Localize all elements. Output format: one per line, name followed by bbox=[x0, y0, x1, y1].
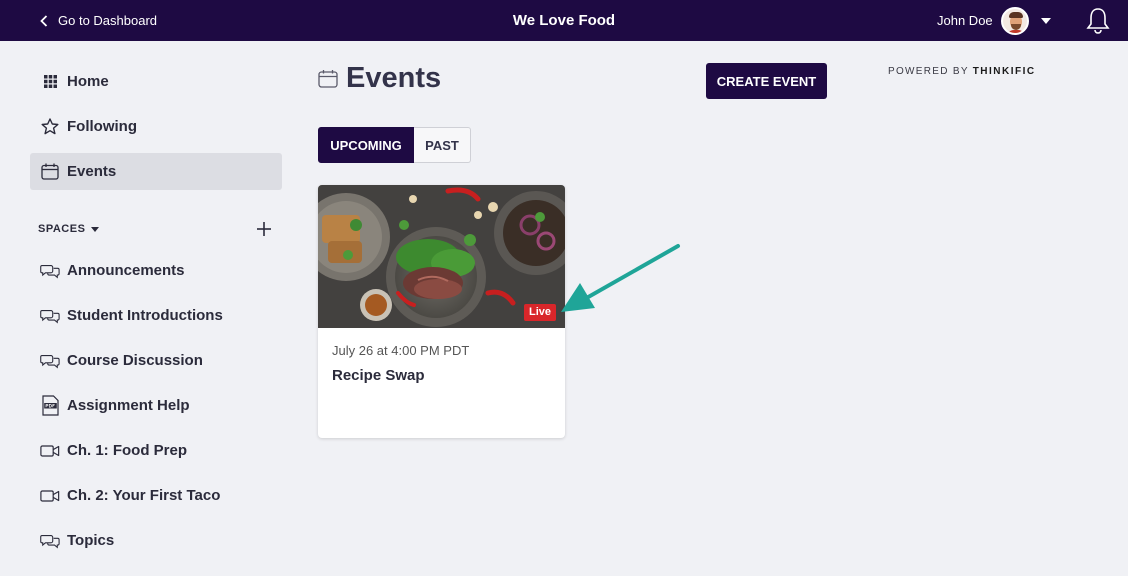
create-event-button[interactable]: CREATE EVENT bbox=[706, 63, 827, 99]
sidebar-item-label: Events bbox=[67, 163, 117, 180]
chat-bubbles-icon bbox=[40, 261, 60, 281]
sidebar-item-ch1-food-prep[interactable]: Ch. 1: Food Prep bbox=[30, 432, 282, 469]
sidebar-item-label: Home bbox=[67, 73, 109, 90]
annotation-arrow bbox=[561, 244, 680, 312]
star-icon bbox=[40, 117, 60, 137]
chat-bubbles-icon bbox=[40, 531, 60, 551]
sidebar-item-label: Announcements bbox=[67, 262, 185, 279]
sidebar-item-label: Assignment Help bbox=[67, 397, 190, 414]
video-icon bbox=[40, 441, 60, 461]
sidebar-item-announcements[interactable]: Announcements bbox=[30, 252, 282, 289]
sidebar-item-label: Course Discussion bbox=[67, 352, 203, 369]
chat-bubbles-icon bbox=[40, 351, 60, 371]
calendar-icon bbox=[40, 162, 60, 182]
sidebar-item-following[interactable]: Following bbox=[30, 108, 282, 145]
pdf-icon bbox=[40, 395, 60, 416]
powered-by-label: POWERED BY bbox=[888, 66, 969, 77]
thinkific-logo: THINKIFIC bbox=[972, 66, 1036, 77]
avatar[interactable] bbox=[1000, 6, 1029, 35]
top-bar: Go to Dashboard We Love Food John Doe bbox=[0, 0, 1128, 41]
go-to-dashboard-label: Go to Dashboard bbox=[58, 13, 158, 28]
sidebar-item-label: Following bbox=[67, 118, 137, 135]
sidebar-item-label: Ch. 1: Food Prep bbox=[67, 442, 187, 459]
sidebar-item-student-introductions[interactable]: Student Introductions bbox=[30, 297, 282, 334]
spaces-toggle[interactable]: SPACES bbox=[38, 223, 100, 235]
sidebar-item-ch2-your-first-taco[interactable]: Ch. 2: Your First Taco bbox=[30, 477, 282, 514]
user-name: John Doe bbox=[937, 13, 993, 28]
page-title: Events bbox=[346, 62, 442, 94]
tab-upcoming[interactable]: UPCOMING bbox=[318, 127, 414, 163]
sidebar-item-label: Student Introductions bbox=[67, 307, 223, 324]
sidebar-item-assignment-help[interactable]: Assignment Help bbox=[30, 387, 282, 424]
grid-icon bbox=[40, 72, 60, 92]
sidebar-item-label: Topics bbox=[67, 532, 115, 549]
bell-icon[interactable] bbox=[1086, 7, 1110, 35]
go-to-dashboard-link[interactable]: Go to Dashboard bbox=[40, 0, 157, 41]
chevron-left-icon bbox=[40, 14, 48, 27]
sidebar-item-course-discussion[interactable]: Course Discussion bbox=[30, 342, 282, 379]
sidebar-item-events[interactable]: Events bbox=[30, 153, 282, 190]
event-date: July 26 at 4:00 PM PDT bbox=[332, 343, 470, 358]
sidebar-item-topics[interactable]: Topics bbox=[30, 522, 282, 559]
caret-down-icon bbox=[91, 226, 100, 232]
live-badge: Live bbox=[524, 304, 557, 321]
sidebar-item-label: Ch. 2: Your First Taco bbox=[67, 487, 221, 504]
spaces-label: SPACES bbox=[38, 223, 86, 235]
event-title: Recipe Swap bbox=[332, 367, 425, 384]
tab-past[interactable]: PAST bbox=[414, 127, 471, 163]
powered-by-thinkific[interactable]: POWERED BY THINKIFIC bbox=[888, 66, 1036, 77]
events-tabs: UPCOMING PAST bbox=[318, 127, 471, 163]
page-header: Events bbox=[318, 62, 441, 95]
calendar-icon bbox=[318, 70, 338, 88]
caret-down-icon[interactable] bbox=[1040, 17, 1051, 24]
add-space-icon[interactable] bbox=[256, 221, 272, 237]
user-menu[interactable]: John Doe bbox=[937, 0, 1051, 41]
chat-bubbles-icon bbox=[40, 306, 60, 326]
video-icon bbox=[40, 486, 60, 506]
sidebar-item-home[interactable]: Home bbox=[30, 63, 282, 100]
